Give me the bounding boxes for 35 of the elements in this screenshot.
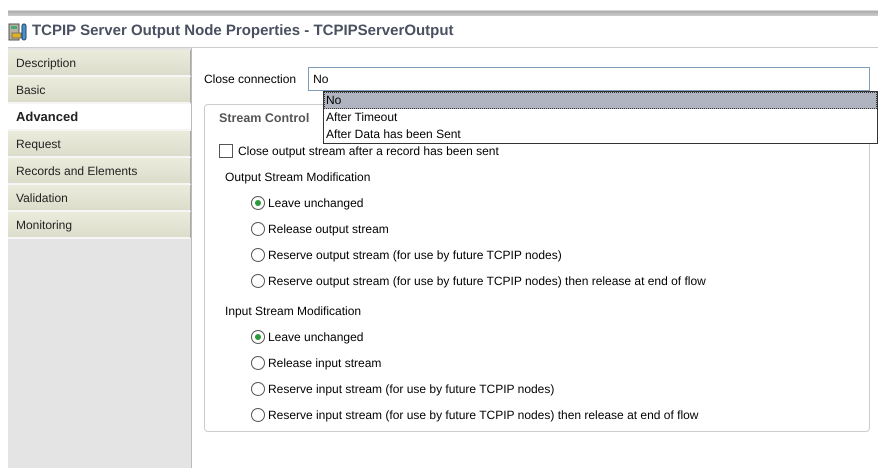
sidebar-tab[interactable]: Description: [8, 50, 191, 77]
sidebar-tab[interactable]: Validation: [8, 185, 191, 212]
section-label: Input Stream Modification: [225, 302, 362, 320]
checkbox-label: Close output stream after a record has been sent: [238, 142, 499, 160]
radio-button[interactable]: [251, 408, 265, 422]
radio-button[interactable]: [251, 248, 265, 262]
radio-button[interactable]: [251, 330, 265, 344]
sidebar-tab[interactable]: Advanced: [8, 104, 191, 131]
sidebar-tab[interactable]: Records and Elements: [8, 158, 191, 185]
radio-button[interactable]: [251, 196, 265, 210]
radio-label: Leave unchanged: [268, 194, 364, 212]
dropdown-option[interactable]: After Data has been Sent: [324, 126, 877, 143]
node-icon: [8, 22, 28, 42]
window-title: TCPIP Server Output Node Properties - TCPIPServerOutput: [32, 21, 454, 42]
radio-label: Reserve output stream (for use by future TCPIP nodes): [268, 246, 562, 264]
dropdown-option[interactable]: No: [324, 92, 877, 109]
radio-button[interactable]: [251, 356, 265, 370]
radio-label: Release input stream: [268, 354, 382, 372]
field-label: Close connection: [204, 71, 296, 88]
group-title: Stream Control: [219, 110, 310, 127]
checkbox[interactable]: [219, 144, 233, 158]
radio-label: Reserve input stream (for use by future TCPIP nodes): [268, 380, 554, 398]
dropdown-option[interactable]: After Timeout: [324, 109, 877, 126]
radio-button[interactable]: [251, 222, 265, 236]
radio-button[interactable]: [251, 382, 265, 396]
radio-label: Reserve output stream (for use by future TCPIP nodes) then release at end of flow: [268, 272, 706, 290]
section-label: Output Stream Modification: [225, 168, 370, 186]
sidebar-tab[interactable]: Monitoring: [8, 212, 191, 239]
sidebar-tab[interactable]: Request: [8, 131, 191, 158]
radio-label: Reserve input stream (for use by future TCPIP nodes) then release at end of flow: [268, 406, 698, 424]
radio-label: Leave unchanged: [268, 328, 364, 346]
radio-label: Release output stream: [268, 220, 389, 238]
sidebar-tab[interactable]: Basic: [8, 77, 191, 104]
radio-button[interactable]: [251, 274, 265, 288]
close-connection-dropdown[interactable]: No: [308, 67, 870, 91]
